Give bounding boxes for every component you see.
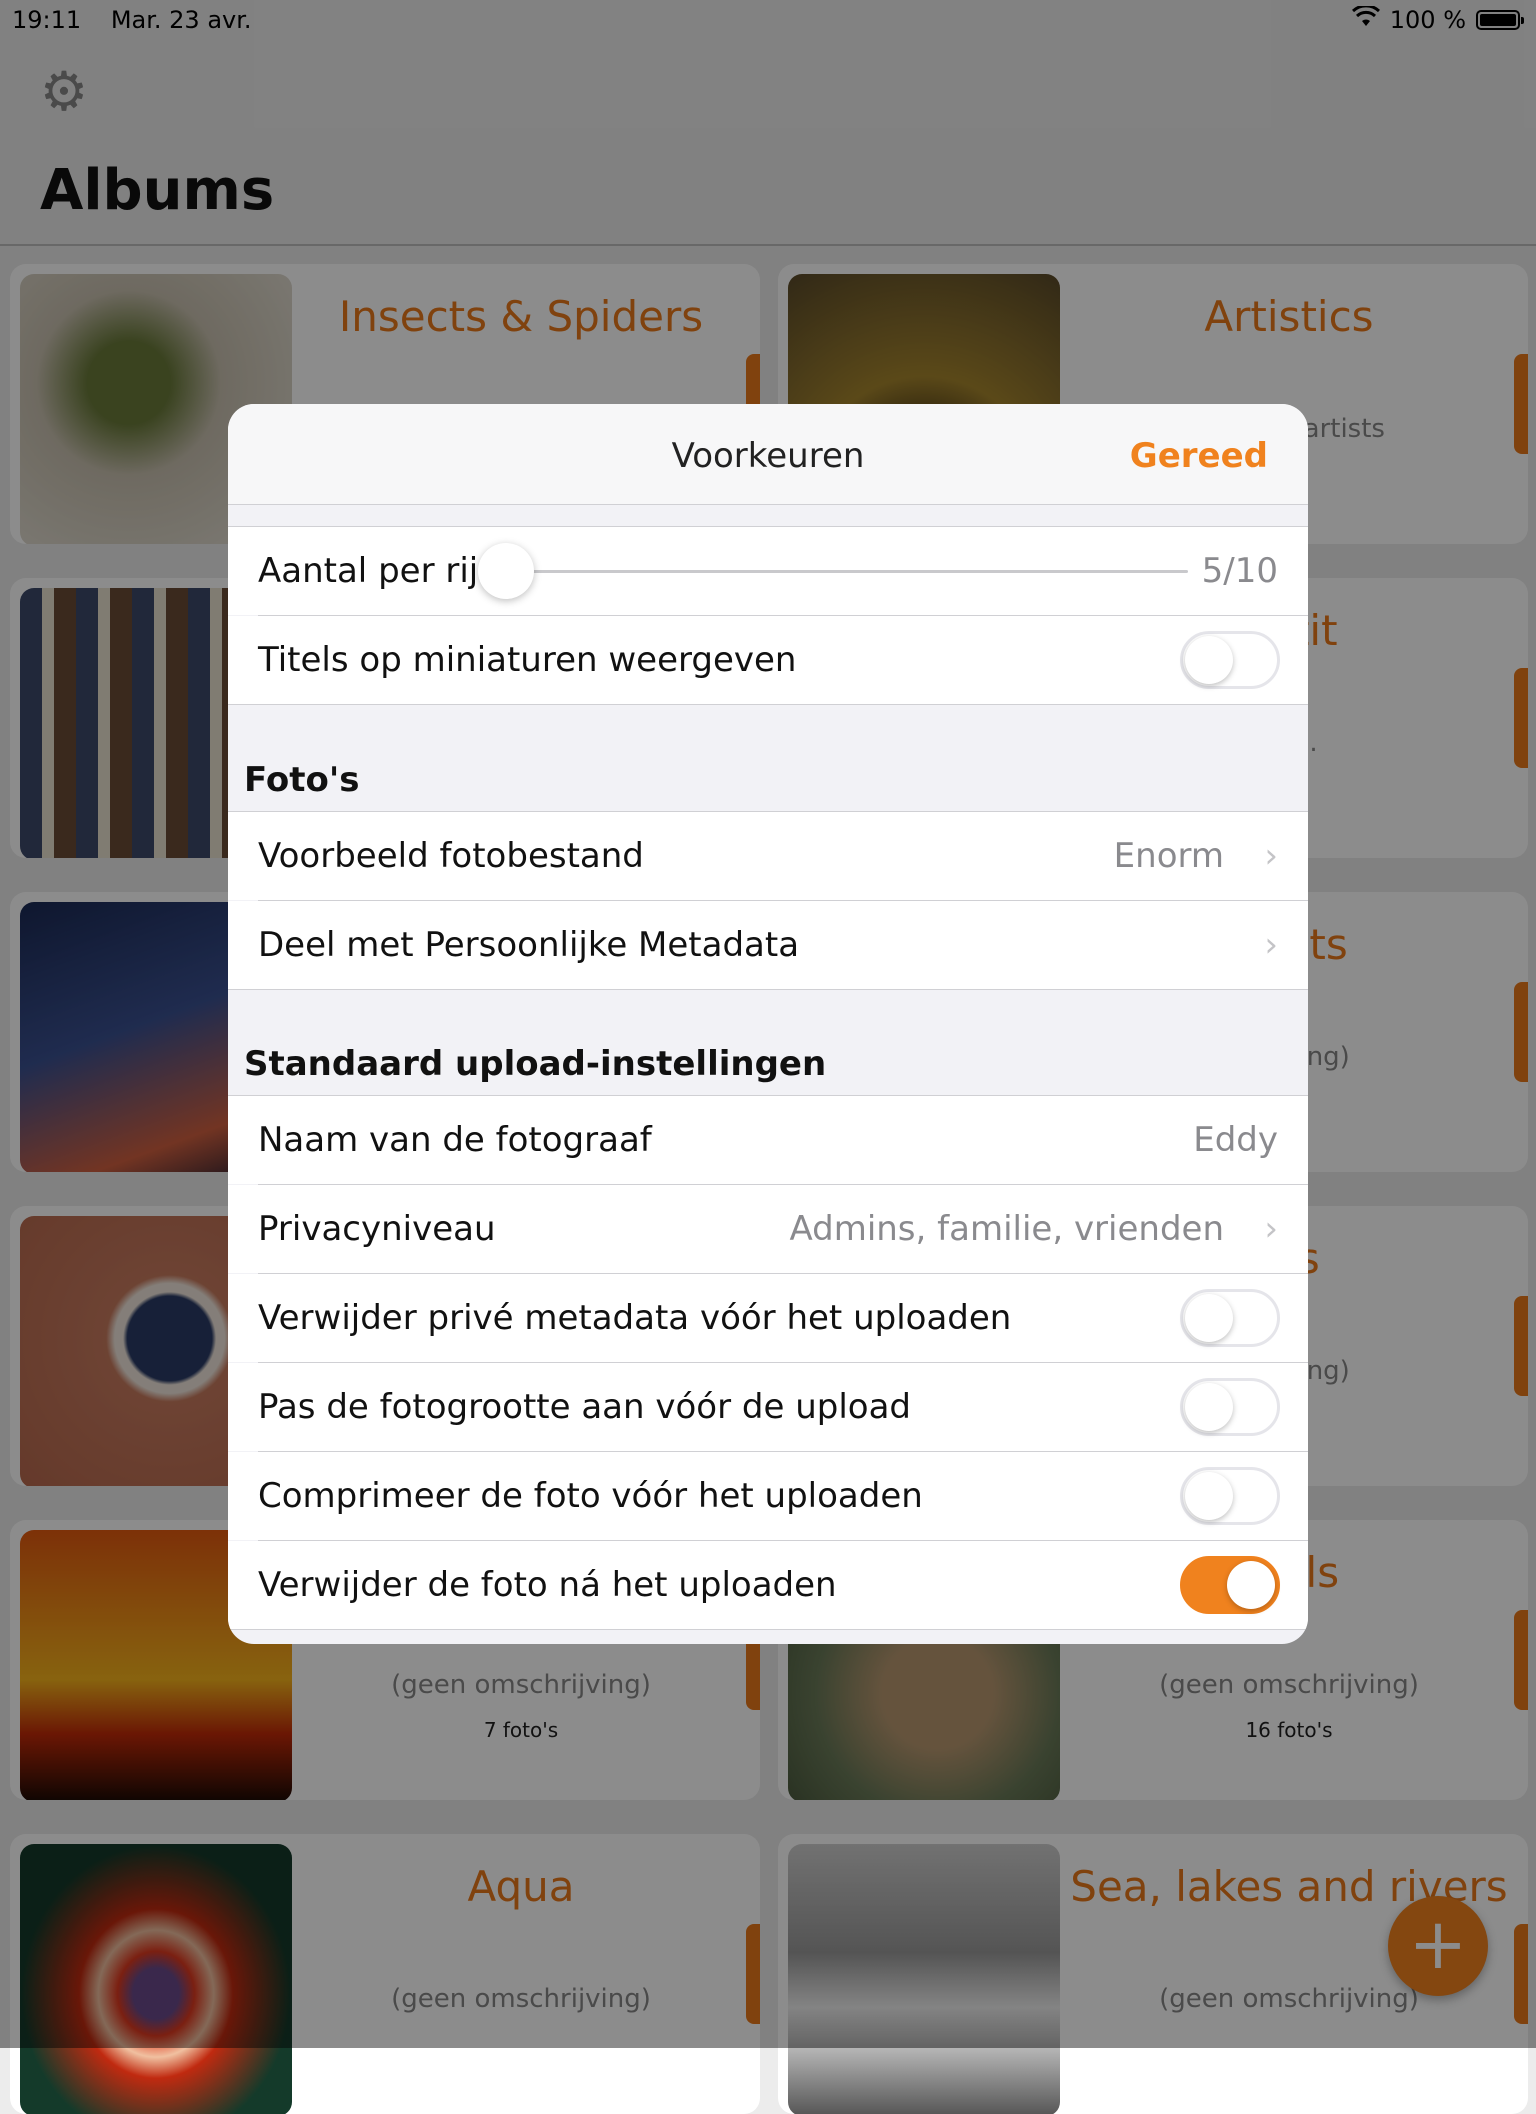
divider bbox=[228, 704, 1308, 705]
share-metadata-label: Deel met Persoonlijke Metadata bbox=[258, 925, 800, 965]
compress-toggle[interactable] bbox=[1180, 1467, 1280, 1525]
privacy-label: Privacyniveau bbox=[258, 1209, 496, 1249]
strip-metadata-toggle[interactable] bbox=[1180, 1289, 1280, 1347]
preview-file-value: Enorm bbox=[1113, 836, 1224, 876]
compress-label: Comprimeer de foto vóór het uploaden bbox=[258, 1476, 923, 1516]
thumbnails-per-row-row: Aantal per rij 5/10 bbox=[228, 527, 1308, 615]
strip-metadata-row: Verwijder privé metadata vóór het upload… bbox=[228, 1274, 1308, 1362]
share-metadata-row[interactable]: Deel met Persoonlijke Metadata › bbox=[228, 901, 1308, 989]
show-titles-row: Titels op miniaturen weergeven bbox=[228, 616, 1308, 704]
preview-file-row[interactable]: Voorbeeld fotobestand Enorm › bbox=[228, 812, 1308, 900]
section-header-photos: Foto's bbox=[244, 760, 360, 800]
strip-metadata-label: Verwijder privé metadata vóór het upload… bbox=[258, 1298, 1012, 1338]
chevron-right-icon: › bbox=[1264, 836, 1278, 876]
privacy-row[interactable]: Privacyniveau Admins, familie, vrienden … bbox=[228, 1185, 1308, 1273]
compress-row: Comprimeer de foto vóór het uploaden bbox=[228, 1452, 1308, 1540]
photographer-value[interactable]: Eddy bbox=[1193, 1096, 1278, 1184]
delete-after-upload-label: Verwijder de foto ná het uploaden bbox=[258, 1565, 837, 1605]
section-header-upload: Standaard upload-instellingen bbox=[244, 1044, 827, 1084]
preview-file-label: Voorbeeld fotobestand bbox=[258, 836, 644, 876]
chevron-right-icon: › bbox=[1264, 925, 1278, 965]
show-titles-toggle[interactable] bbox=[1180, 631, 1280, 689]
divider bbox=[228, 1629, 1308, 1630]
privacy-value: Admins, familie, vrienden bbox=[789, 1209, 1224, 1249]
divider bbox=[228, 989, 1308, 990]
show-titles-label: Titels op miniaturen weergeven bbox=[258, 640, 797, 680]
delete-after-upload-toggle[interactable] bbox=[1180, 1556, 1280, 1614]
delete-after-upload-row: Verwijder de foto ná het uploaden bbox=[228, 1541, 1308, 1629]
resize-toggle[interactable] bbox=[1180, 1378, 1280, 1436]
thumbnails-per-row-slider[interactable] bbox=[478, 543, 534, 599]
thumbnails-per-row-value: 5/10 bbox=[1201, 551, 1278, 591]
resize-label: Pas de fotogrootte aan vóór de upload bbox=[258, 1387, 911, 1427]
preferences-sheet: Voorkeuren Gereed Aantal per rij 5/10 Ti… bbox=[228, 404, 1308, 1644]
resize-row: Pas de fotogrootte aan vóór de upload bbox=[228, 1363, 1308, 1451]
chevron-right-icon: › bbox=[1264, 1209, 1278, 1249]
photographer-row[interactable]: Naam van de fotograaf Eddy bbox=[228, 1096, 1308, 1184]
photographer-label: Naam van de fotograaf bbox=[258, 1120, 652, 1160]
done-button[interactable]: Gereed bbox=[1130, 436, 1268, 476]
thumbnails-per-row-label: Aantal per rij bbox=[258, 551, 479, 591]
thumbnails-per-row-track[interactable] bbox=[506, 570, 1188, 573]
sheet-header: Voorkeuren Gereed bbox=[228, 404, 1308, 505]
